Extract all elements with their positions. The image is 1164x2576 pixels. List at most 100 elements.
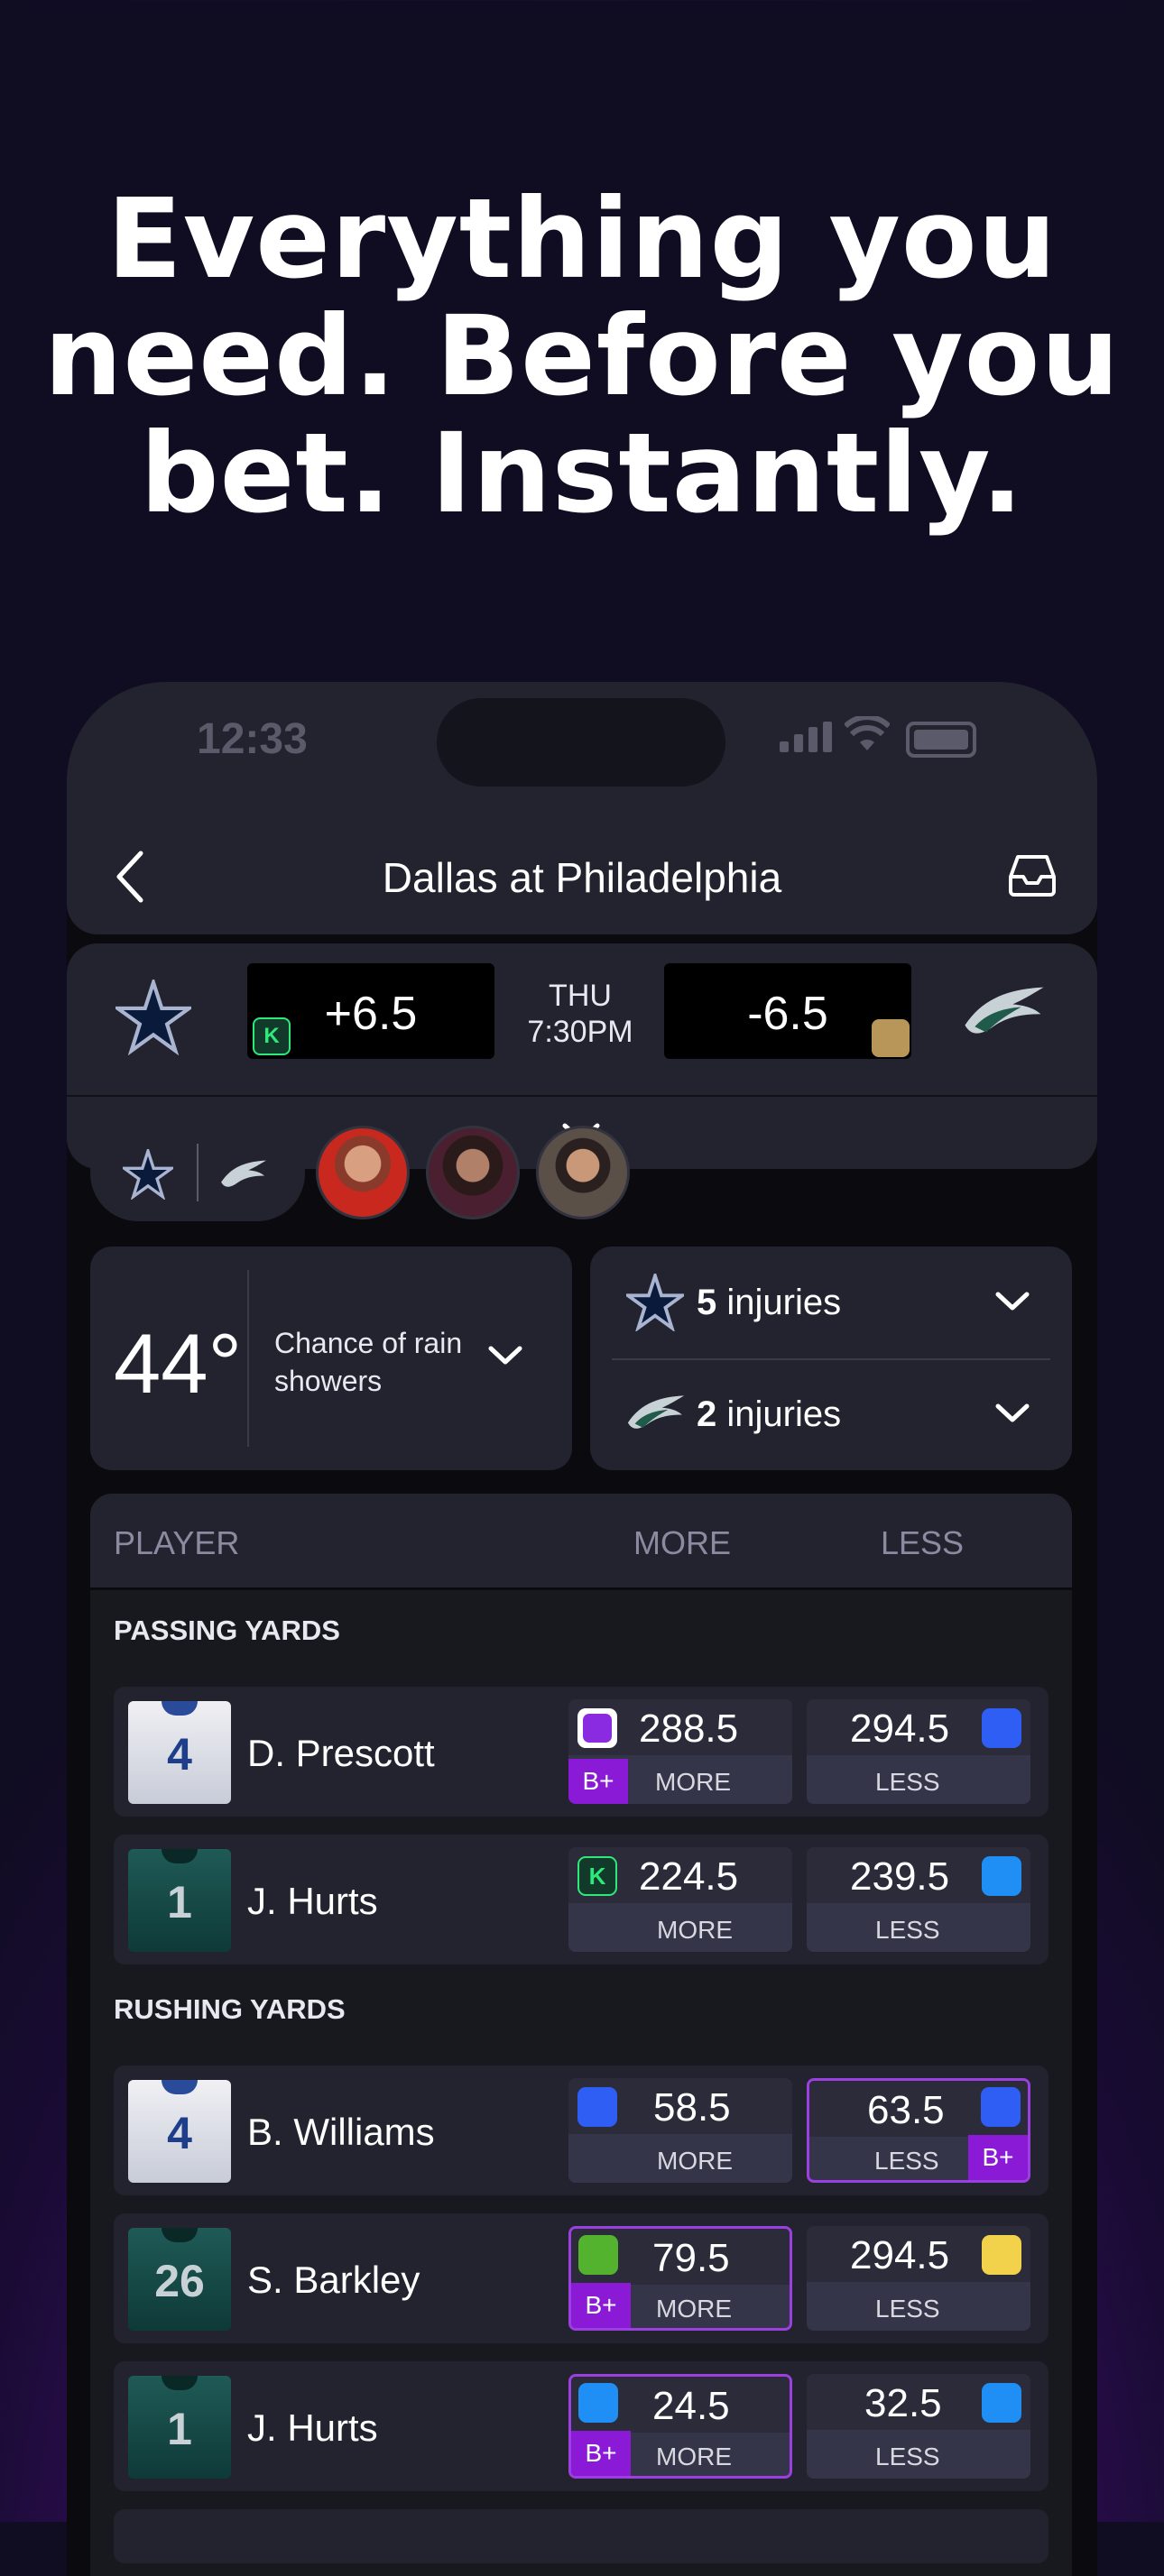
sportsbook-k-icon: K [253,1017,291,1055]
more-button[interactable]: 24.5 B+ MORE [568,2374,792,2479]
less-label: LESS [874,2147,939,2175]
less-label: LESS [875,2443,940,2470]
table-row: 1 J. Hurts K 224.5 MORE 239.5 LESS [114,1835,1049,1964]
weather-description: Chance of rain showers [274,1324,462,1400]
less-label: LESS [875,1768,940,1796]
player-name: B. Williams [247,2111,435,2153]
chevron-down-icon[interactable] [994,1290,1030,1313]
status-time: 12:33 [197,715,308,763]
sportsbook-shield-icon [982,1856,1021,1896]
table-row: 26 S. Barkley 79.5 B+ MORE 294.5 LESS [114,2213,1049,2343]
avatar[interactable] [316,1126,410,1219]
grade-badge: B+ [571,2431,631,2476]
eagles-logo-icon [221,1160,266,1187]
team-matchup-chip[interactable] [90,1126,305,1221]
more-button[interactable]: 58.5 MORE [568,2078,792,2183]
less-value: 32.5 [864,2381,942,2425]
status-bar: 12:33 [67,682,1097,817]
more-button[interactable]: 79.5 B+ MORE [568,2226,792,2331]
away-spread-box[interactable]: +6.5 K [247,963,494,1059]
table-header: PLAYER MORE LESS [90,1494,1072,1590]
more-label: MORE [656,2443,732,2470]
sportsbook-lion-icon [872,1019,910,1057]
player-name: D. Prescott [247,1732,435,1774]
page-title: Dallas at Philadelphia [382,854,782,901]
table-row: 4 D. Prescott 288.5 B+ MORE 294.5 LESS [114,1687,1049,1817]
jersey-image: 1 [128,1849,231,1952]
grade-badge: B+ [568,1759,628,1804]
table-row: 4 B. Williams 58.5 MORE 63.5 LESS B+ [114,2065,1049,2195]
jersey-image: 1 [128,2376,231,2479]
phone-screen: 12:33 Dallas at Philadelphia +6.5 K THU … [67,682,1097,2576]
cowboys-star-icon [115,980,191,1055]
sportsbook-underdog-icon [982,2235,1021,2275]
eagles-logo-icon [627,1395,685,1429]
props-table: PLAYER MORE LESS PASSING YARDS 4 D. Pres… [90,1494,1072,2576]
more-value: 24.5 [652,2384,730,2428]
game-day: THU [549,979,612,1013]
more-value: 79.5 [652,2236,730,2280]
avatar[interactable] [536,1126,630,1219]
wifi-icon [845,716,890,750]
chevron-down-icon[interactable] [487,1344,523,1367]
less-value: 63.5 [867,2088,945,2132]
odds-bar: +6.5 K THU 7:30PM -6.5 [67,943,1097,1095]
player-name: J. Hurts [247,1880,378,1922]
less-button[interactable]: 239.5 LESS [807,1847,1030,1952]
injuries-card: 5 injuries 2 injuries [590,1247,1072,1470]
less-button[interactable]: 294.5 LESS [807,1699,1030,1804]
less-button[interactable]: 294.5 LESS [807,2226,1030,2331]
divider [247,1270,249,1447]
more-value: 224.5 [639,1854,739,1899]
less-value: 294.5 [850,1707,950,1751]
injury-row-home[interactable]: 2 injuries [590,1358,1072,1470]
more-button[interactable]: K 224.5 MORE [568,1847,792,1952]
headline-line-2: need. Before you [43,292,1121,420]
cowboys-star-icon [123,1149,173,1200]
chevron-down-icon[interactable] [994,1402,1030,1425]
inbox-icon[interactable] [1007,853,1058,897]
injury-row-away[interactable]: 5 injuries [590,1247,1072,1358]
injury-count-home: 2 injuries [697,1394,842,1434]
less-label: LESS [875,2295,940,2323]
player-name: J. Hurts [247,2406,378,2449]
weather-line-2: showers [274,1365,383,1397]
more-label: MORE [655,1768,731,1796]
weather-card[interactable]: 44° Chance of rain showers [90,1247,572,1470]
sportsbook-draftkings-icon [578,2235,618,2275]
jersey-image: 4 [128,1701,231,1804]
less-button[interactable]: 32.5 LESS [807,2374,1030,2479]
table-row [114,2509,1049,2563]
less-button[interactable]: 63.5 LESS B+ [807,2078,1030,2183]
home-spread-box[interactable]: -6.5 [664,963,911,1059]
game-time: THU 7:30PM [496,978,664,1050]
headline: Everything you need. Before you bet. Ins… [0,180,1164,532]
chip-divider [197,1144,199,1201]
headline-line-3: bet. Instantly. [140,409,1024,538]
filter-chips [90,1126,1083,1223]
grade-badge: B+ [571,2283,631,2328]
sportsbook-icon [982,1708,1021,1748]
weather-line-1: Chance of rain [274,1327,463,1359]
more-label: MORE [657,1916,733,1944]
more-value: 288.5 [639,1707,739,1751]
more-label: MORE [657,2147,733,2175]
signal-icon [780,722,832,752]
col-more: MORE [633,1524,731,1561]
headline-line-1: Everything you [106,175,1058,303]
more-label: MORE [656,2295,732,2323]
more-button[interactable]: 288.5 B+ MORE [568,1699,792,1804]
game-clock: 7:30PM [527,1015,633,1049]
nav-bar: Dallas at Philadelphia [67,817,1097,934]
avatar[interactable] [426,1126,520,1219]
less-value: 294.5 [850,2233,950,2277]
battery-icon [906,722,976,758]
col-less: LESS [881,1524,965,1561]
col-player: PLAYER [114,1524,240,1561]
sportsbook-icon [577,1708,617,1748]
player-name: S. Barkley [247,2259,420,2301]
temperature: 44° [114,1316,243,1411]
less-value: 239.5 [850,1854,950,1899]
grade-badge: B+ [968,2135,1028,2180]
cowboys-star-icon [626,1274,684,1331]
